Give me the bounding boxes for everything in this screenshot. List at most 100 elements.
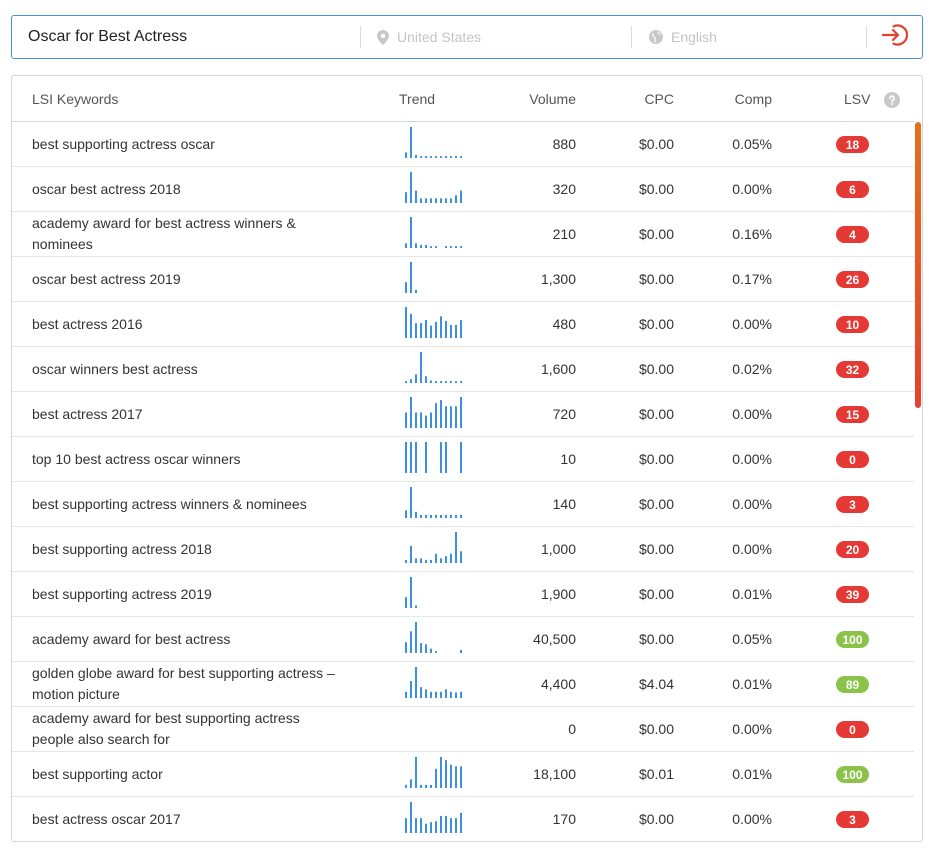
trend-bar [445, 198, 447, 203]
table-row[interactable]: best supporting actress 2019 1,900 $0.00 0.… [12, 572, 914, 617]
trend-column-header[interactable]: Trend [399, 91, 435, 107]
table-row[interactable]: oscar best actress 2019 1,300 $0.00 0.17% 26 [12, 257, 914, 302]
trend-sparkline [404, 711, 462, 747]
keyword-cell[interactable]: best actress 2016 [32, 302, 342, 346]
trend-bar [435, 246, 437, 248]
cpc-cell: $0.00 [638, 811, 674, 827]
keyword-cell[interactable]: best supporting actress 2018 [32, 527, 342, 571]
keyword-cell[interactable]: best actress oscar 2017 [32, 797, 342, 841]
trend-bar [430, 246, 432, 248]
cpc-column-header[interactable]: CPC [644, 91, 674, 107]
trend-bar [410, 577, 412, 608]
table-row[interactable]: academy award for best actress winners &… [12, 212, 914, 257]
comp-cell: 0.00% [732, 496, 772, 512]
trend-bar [435, 514, 437, 518]
trend-bar [430, 325, 432, 338]
trend-bar [450, 818, 452, 833]
location-select[interactable]: United States [361, 16, 631, 58]
keyword-cell[interactable]: oscar best actress 2018 [32, 167, 342, 211]
trend-bar [410, 262, 412, 293]
question-circle-icon[interactable] [884, 92, 900, 108]
keyword-cell[interactable]: top 10 best actress oscar winners [32, 437, 342, 481]
lsv-badge: 0 [836, 451, 869, 468]
table-row[interactable]: best supporting actress oscar 880 $0.00 0.0… [12, 122, 914, 167]
trend-bar [405, 442, 407, 473]
comp-cell: 0.01% [732, 676, 772, 692]
trend-bar [420, 514, 422, 518]
trend-bar [435, 691, 437, 698]
table-row[interactable]: best supporting actor 18,100 $0.01 0.01% 100 [12, 752, 914, 797]
trend-bar [455, 195, 457, 203]
table-row[interactable]: oscar winners best actress 1,600 $0.00 0.02… [12, 347, 914, 392]
volume-cell: 170 [552, 811, 576, 827]
map-pin-icon [377, 29, 389, 45]
table-row[interactable]: best supporting actress 2018 1,000 $0.00 0.… [12, 527, 914, 572]
trend-bar [415, 289, 417, 293]
keyword-cell[interactable]: oscar best actress 2019 [32, 257, 342, 301]
trend-bar [435, 403, 437, 428]
trend-bar [445, 689, 447, 698]
table-row[interactable]: best actress oscar 2017 170 $0.00 0.00% 3 [12, 797, 914, 841]
keyword-column-header[interactable]: LSI Keywords [32, 91, 118, 107]
table-row[interactable]: top 10 best actress oscar winners 10 $0.00… [12, 437, 914, 482]
keyword-cell[interactable]: best supporting actress 2019 [32, 572, 342, 616]
trend-bar [460, 766, 462, 788]
trend-bar [405, 784, 407, 788]
table-row[interactable]: oscar best actress 2018 320 $0.00 0.00% 6 [12, 167, 914, 212]
trend-bar [410, 779, 412, 788]
trend-bar [460, 381, 462, 383]
lsv-badge: 10 [836, 316, 869, 333]
volume-cell: 10 [560, 451, 576, 467]
keyword-cell[interactable]: oscar winners best actress [32, 347, 342, 391]
scrollbar-thumb[interactable] [915, 122, 921, 408]
trend-bar [405, 192, 407, 203]
trend-bar [425, 823, 427, 833]
comp-cell: 0.00% [732, 721, 772, 737]
trend-bar [410, 172, 412, 203]
keyword-cell[interactable]: best supporting actress oscar [32, 122, 342, 166]
keyword-cell[interactable]: academy award for best supporting actres… [32, 707, 342, 751]
trend-bar [460, 812, 462, 833]
keyword-cell[interactable]: academy award for best actress winners &… [32, 212, 342, 256]
cpc-cell: $0.00 [638, 586, 674, 602]
table-row[interactable]: golden globe award for best supporting a… [12, 662, 914, 707]
trend-bar [455, 514, 457, 518]
keyword-cell[interactable]: best supporting actor [32, 752, 342, 796]
keyword-cell[interactable]: best actress 2017 [32, 392, 342, 436]
trend-bar [435, 768, 437, 788]
language-select[interactable]: English [632, 16, 866, 58]
trend-bar [450, 246, 452, 248]
lsv-column-header[interactable]: LSV [844, 91, 870, 107]
trend-bar [420, 784, 422, 788]
comp-column-header[interactable]: Comp [735, 91, 772, 107]
table-row[interactable]: best actress 2016 480 $0.00 0.00% 10 [12, 302, 914, 347]
trend-bar [440, 156, 442, 158]
trend-bar [410, 680, 412, 698]
trend-bar [460, 649, 462, 653]
keyword-cell[interactable]: best supporting actress winners & nomine… [32, 482, 342, 526]
table-row[interactable]: academy award for best actress 40,500 $0.0… [12, 617, 914, 662]
trend-bar [415, 605, 417, 608]
trend-sparkline [405, 352, 462, 383]
keyword-search-input[interactable] [12, 16, 360, 58]
trend-sparkline [405, 442, 462, 473]
trend-bar [455, 406, 457, 428]
table-row[interactable]: best supporting actress winners & nomine… [12, 482, 914, 527]
trend-bar [445, 514, 447, 518]
trend-bar [450, 156, 452, 158]
trend-bar [415, 243, 417, 248]
trend-bar [415, 818, 417, 833]
trend-bar [440, 442, 442, 473]
keyword-cell[interactable]: golden globe award for best supporting a… [32, 662, 342, 706]
comp-cell: 0.00% [732, 406, 772, 422]
scrollbar-track[interactable] [914, 122, 922, 841]
comp-cell: 0.00% [732, 541, 772, 557]
keyword-cell[interactable]: academy award for best actress [32, 617, 342, 661]
trend-bar [410, 217, 412, 248]
table-row[interactable]: academy award for best supporting actres… [12, 707, 914, 752]
trend-bar [450, 324, 452, 338]
trend-bar [450, 691, 452, 698]
table-row[interactable]: best actress 2017 720 $0.00 0.00% 15 [12, 392, 914, 437]
search-submit-button[interactable] [867, 16, 922, 58]
volume-column-header[interactable]: Volume [529, 91, 576, 107]
